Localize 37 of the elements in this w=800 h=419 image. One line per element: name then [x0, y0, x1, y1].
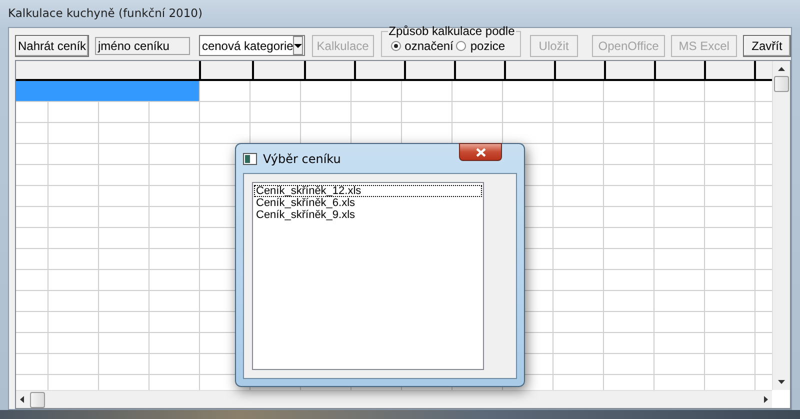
close-icon: [476, 148, 486, 156]
column-header[interactable]: [606, 61, 656, 79]
column-header[interactable]: [706, 61, 756, 79]
horizontal-scrollbar[interactable]: [16, 390, 772, 408]
scrollbar-thumb[interactable]: [774, 76, 789, 92]
column-header[interactable]: [506, 61, 556, 79]
vertical-scrollbar[interactable]: [772, 61, 790, 390]
scroll-up-icon[interactable]: [778, 67, 785, 71]
dropdown-arrow-icon: [294, 44, 302, 48]
toolbar-button[interactable]: Zavřít: [742, 35, 791, 57]
category-dropdown[interactable]: cenová kategorie: [198, 35, 305, 56]
scroll-right-icon[interactable]: [764, 396, 768, 403]
column-header[interactable]: [254, 61, 306, 79]
scroll-down-icon[interactable]: [778, 380, 785, 384]
column-header[interactable]: [201, 61, 254, 79]
radio-option[interactable]: pozice: [453, 39, 506, 53]
column-header[interactable]: [406, 61, 456, 79]
column-header[interactable]: [356, 61, 406, 79]
calculation-mode-label: Způsob kalkulace podle: [388, 26, 516, 37]
column-header[interactable]: [306, 61, 356, 79]
file-list-item[interactable]: Ceník_skříněk_9.xls: [254, 209, 482, 221]
dialog-title: Výběr ceníku: [263, 152, 341, 166]
window-icon: [243, 152, 257, 164]
window-title: Kalkulace kuchyně (funkční 2010): [8, 6, 202, 20]
file-list-item[interactable]: Ceník_skříněk_12.xls: [254, 185, 482, 197]
column-header[interactable]: [656, 61, 706, 79]
radio-option[interactable]: označení: [388, 39, 454, 53]
file-list[interactable]: Ceník_skříněk_12.xls Ceník_skříněk_6.xls Ceník_skříněk_9.xls: [252, 182, 484, 370]
scrollbar-thumb[interactable]: [30, 392, 45, 408]
selected-cell[interactable]: [16, 81, 199, 101]
column-header[interactable]: [456, 61, 506, 79]
load-pricelist-button[interactable]: Nahrát ceník: [15, 35, 89, 57]
file-list-item[interactable]: Ceník_skříněk_6.xls: [254, 197, 482, 209]
pricelist-name-field[interactable]: jméno ceníku: [95, 37, 190, 55]
column-header[interactable]: [556, 61, 606, 79]
close-button[interactable]: [459, 143, 502, 161]
scroll-left-icon[interactable]: [20, 396, 24, 403]
